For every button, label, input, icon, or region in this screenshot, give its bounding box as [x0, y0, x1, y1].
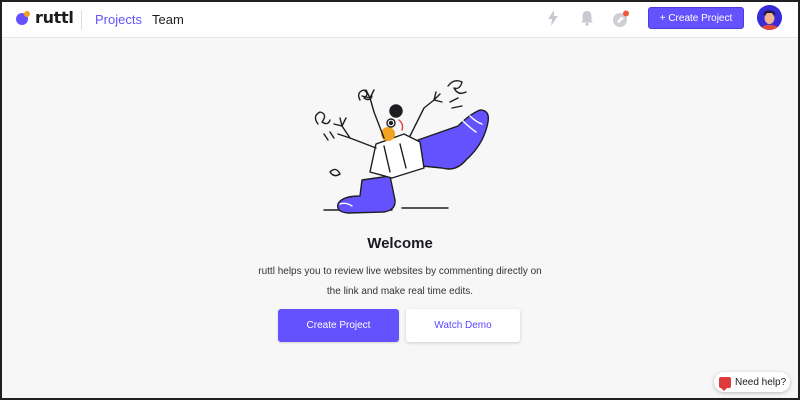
- top-navigation-bar: ruttl Projects Team + Create Project: [2, 2, 798, 38]
- nav-projects-link[interactable]: Projects: [95, 12, 142, 27]
- nav-divider: [81, 10, 82, 30]
- ruttl-logo[interactable]: ruttl: [16, 8, 74, 27]
- create-project-header-button[interactable]: + Create Project: [648, 7, 744, 29]
- welcome-illustration: [300, 68, 500, 223]
- nav-team-link[interactable]: Team: [152, 12, 184, 27]
- welcome-description-line1: ruttl helps you to review live websites …: [258, 266, 542, 277]
- lightning-icon[interactable]: [547, 10, 559, 31]
- logo-text: ruttl: [35, 8, 74, 27]
- bell-icon[interactable]: [580, 10, 594, 31]
- welcome-title: Welcome: [367, 235, 433, 252]
- logo-mark-icon: [16, 10, 32, 26]
- need-help-button[interactable]: Need help?: [714, 372, 790, 392]
- create-project-button[interactable]: Create Project: [278, 309, 399, 342]
- welcome-description: ruttl helps you to review live websites …: [230, 262, 570, 302]
- user-avatar[interactable]: [757, 5, 782, 30]
- need-help-label: Need help?: [735, 376, 787, 388]
- watch-demo-button[interactable]: Watch Demo: [406, 309, 520, 342]
- welcome-description-line2: the link and make real time edits.: [326, 286, 474, 297]
- chat-bubble-icon: [719, 376, 731, 391]
- rocket-icon[interactable]: [612, 10, 630, 33]
